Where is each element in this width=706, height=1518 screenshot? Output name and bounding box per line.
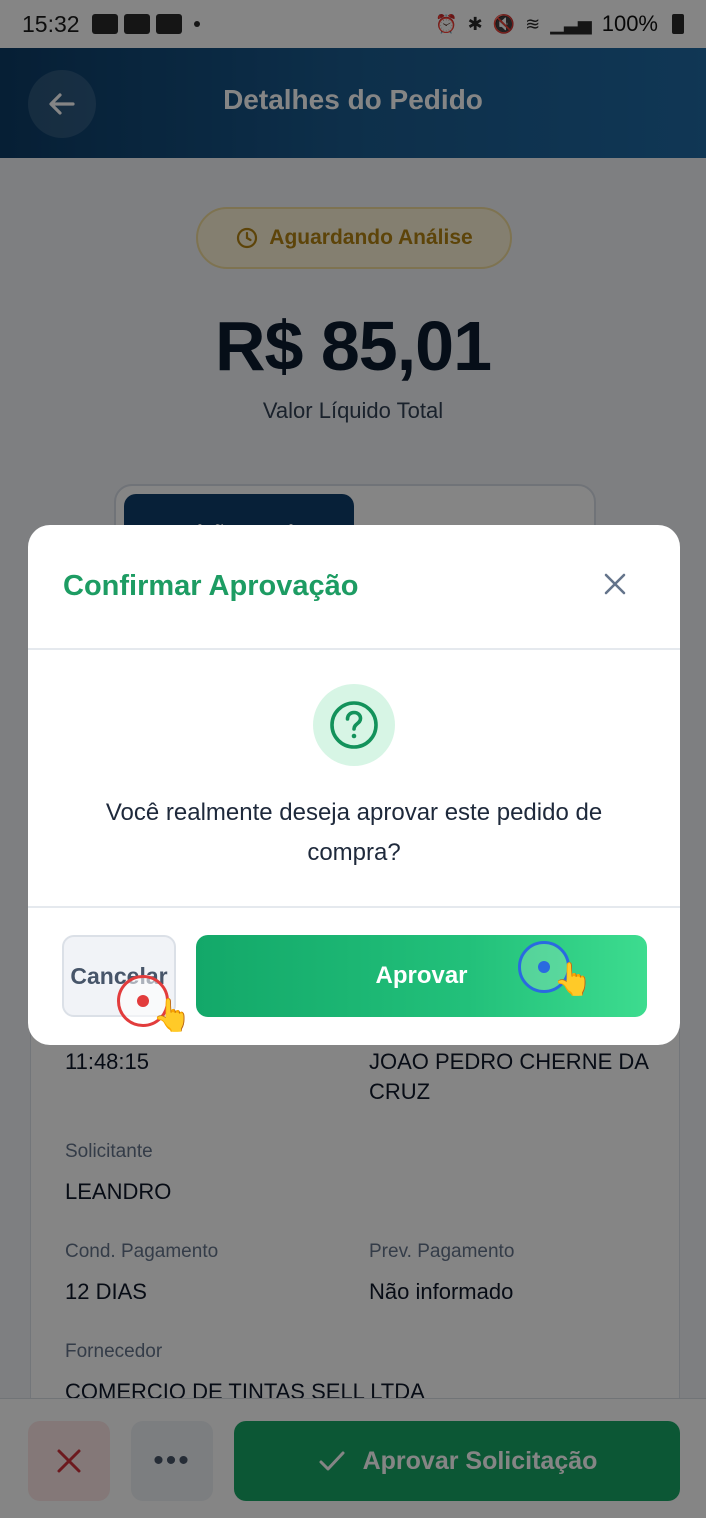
dialog-title: Confirmar Aprovação <box>63 570 359 602</box>
dialog-close-button[interactable] <box>596 565 634 603</box>
pointer-hand-icon: 👆 <box>553 961 593 997</box>
dialog-message: Você realmente deseja aprovar este pedid… <box>105 799 603 866</box>
divider <box>28 648 680 650</box>
pointer-hand-icon: 👆 <box>152 997 192 1033</box>
divider <box>28 906 680 908</box>
close-icon <box>604 573 626 595</box>
question-icon <box>330 701 378 749</box>
question-badge <box>313 684 395 766</box>
app-screen: 15:32 ⏰ ✱ 🔇 ≋ ▁▃▅ 100% Detalhes do Pedid… <box>0 0 706 1518</box>
